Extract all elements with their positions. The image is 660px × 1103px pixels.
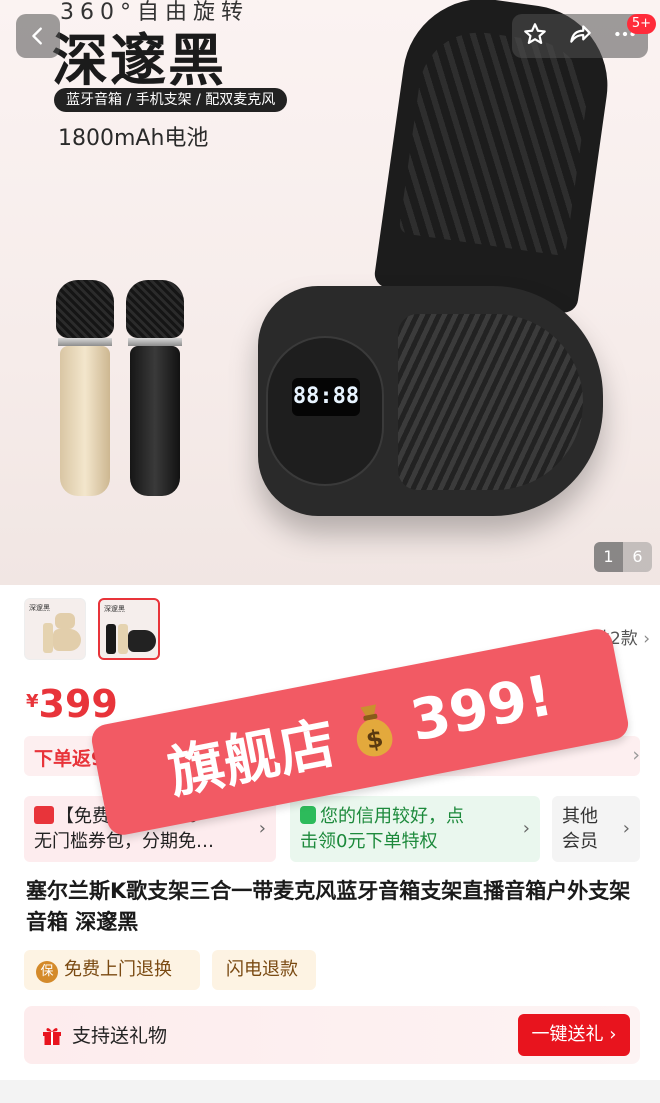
back-button[interactable] — [16, 14, 60, 58]
variant-thumb-label: 深邃黑 — [104, 605, 125, 613]
chevron-right-icon: › — [603, 1024, 617, 1045]
favorite-button[interactable] — [522, 21, 548, 51]
hero-title: 深邃黑 — [52, 29, 226, 94]
bottom-divider — [0, 1080, 660, 1103]
notification-badge: 5+ — [626, 14, 656, 34]
speaker-display: 88:88 — [292, 378, 360, 416]
image-counter-total: 6 — [632, 547, 643, 566]
chevron-left-icon — [32, 27, 42, 45]
price-amount: 399 — [38, 682, 118, 726]
product-title: 塞尔兰斯K歌支架三合一带麦克风蓝牙音箱支架直播音箱户外支架音箱 深邃黑 — [26, 879, 631, 934]
chevron-right-icon: › — [643, 629, 650, 649]
variant-thumb-label: 深邃黑 — [29, 604, 50, 612]
coupon-green-line2: 击领0元下单特权 — [300, 831, 438, 852]
free-return-label: 免费上门退换 — [64, 959, 172, 980]
chevron-right-icon: › — [632, 744, 640, 766]
free-return-tag[interactable]: 保免费上门退换 — [24, 950, 200, 990]
chevron-right-icon: › — [522, 818, 530, 839]
share-button[interactable] — [567, 21, 593, 51]
speaker-image: 88:88 — [258, 286, 603, 516]
coupon-red-line2: 无门槛券包，分期免… — [34, 831, 214, 852]
star-icon — [523, 23, 546, 44]
fast-refund-label: 闪电退款 — [226, 959, 298, 980]
variant-thumbnails: 深邃黑 深邃黑 — [24, 598, 160, 660]
hero-battery: 1800mAh电池 — [58, 126, 209, 151]
send-gift-button[interactable]: 一键送礼 › — [518, 1014, 630, 1056]
money-bag-icon: $ — [339, 695, 405, 765]
coupon-tag-icon — [34, 806, 54, 824]
gold-microphone-image — [56, 280, 114, 496]
gift-bar: 支持送礼物 一键送礼 › — [24, 1006, 640, 1064]
image-counter-current: 1 — [594, 542, 623, 572]
chevron-right-icon: › — [622, 818, 630, 839]
other-membership-card[interactable]: 其他 会员 › — [552, 796, 640, 862]
credit-privilege-card[interactable]: 您的信用较好，点 击领0元下单特权 › — [290, 796, 540, 862]
fast-refund-tag[interactable]: 闪电退款 — [212, 950, 316, 990]
sticker-text-right: 399! — [405, 662, 558, 754]
black-microphone-image — [126, 280, 184, 496]
product-image-carousel[interactable]: 360°自由旋转 深邃黑 蓝牙音箱 / 手机支架 / 配双麦克风 1800mAh… — [0, 0, 660, 585]
gift-label: 支持送礼物 — [72, 1025, 168, 1047]
price: ¥399 — [26, 682, 118, 726]
gift-icon — [43, 1028, 61, 1045]
variant-thumb-black[interactable]: 深邃黑 — [98, 598, 160, 660]
coupon-gray-line2: 会员 — [562, 831, 598, 852]
sticker-text-left: 旗舰店 — [163, 710, 341, 807]
image-counter: 1 6 — [594, 542, 652, 572]
currency-symbol: ¥ — [26, 691, 39, 712]
coupon-green-line1: 您的信用较好，点 — [320, 806, 464, 827]
chevron-right-icon: › — [258, 818, 266, 839]
guarantee-shield-icon: 保 — [36, 961, 58, 983]
credit-shield-icon — [300, 806, 316, 824]
coupon-gray-line1: 其他 — [562, 806, 598, 827]
share-icon — [570, 25, 591, 43]
variant-thumb-gold[interactable]: 深邃黑 — [24, 598, 86, 660]
hero-tagline: 蓝牙音箱 / 手机支架 / 配双麦克风 — [54, 88, 288, 112]
send-gift-label: 一键送礼 — [531, 1024, 604, 1045]
